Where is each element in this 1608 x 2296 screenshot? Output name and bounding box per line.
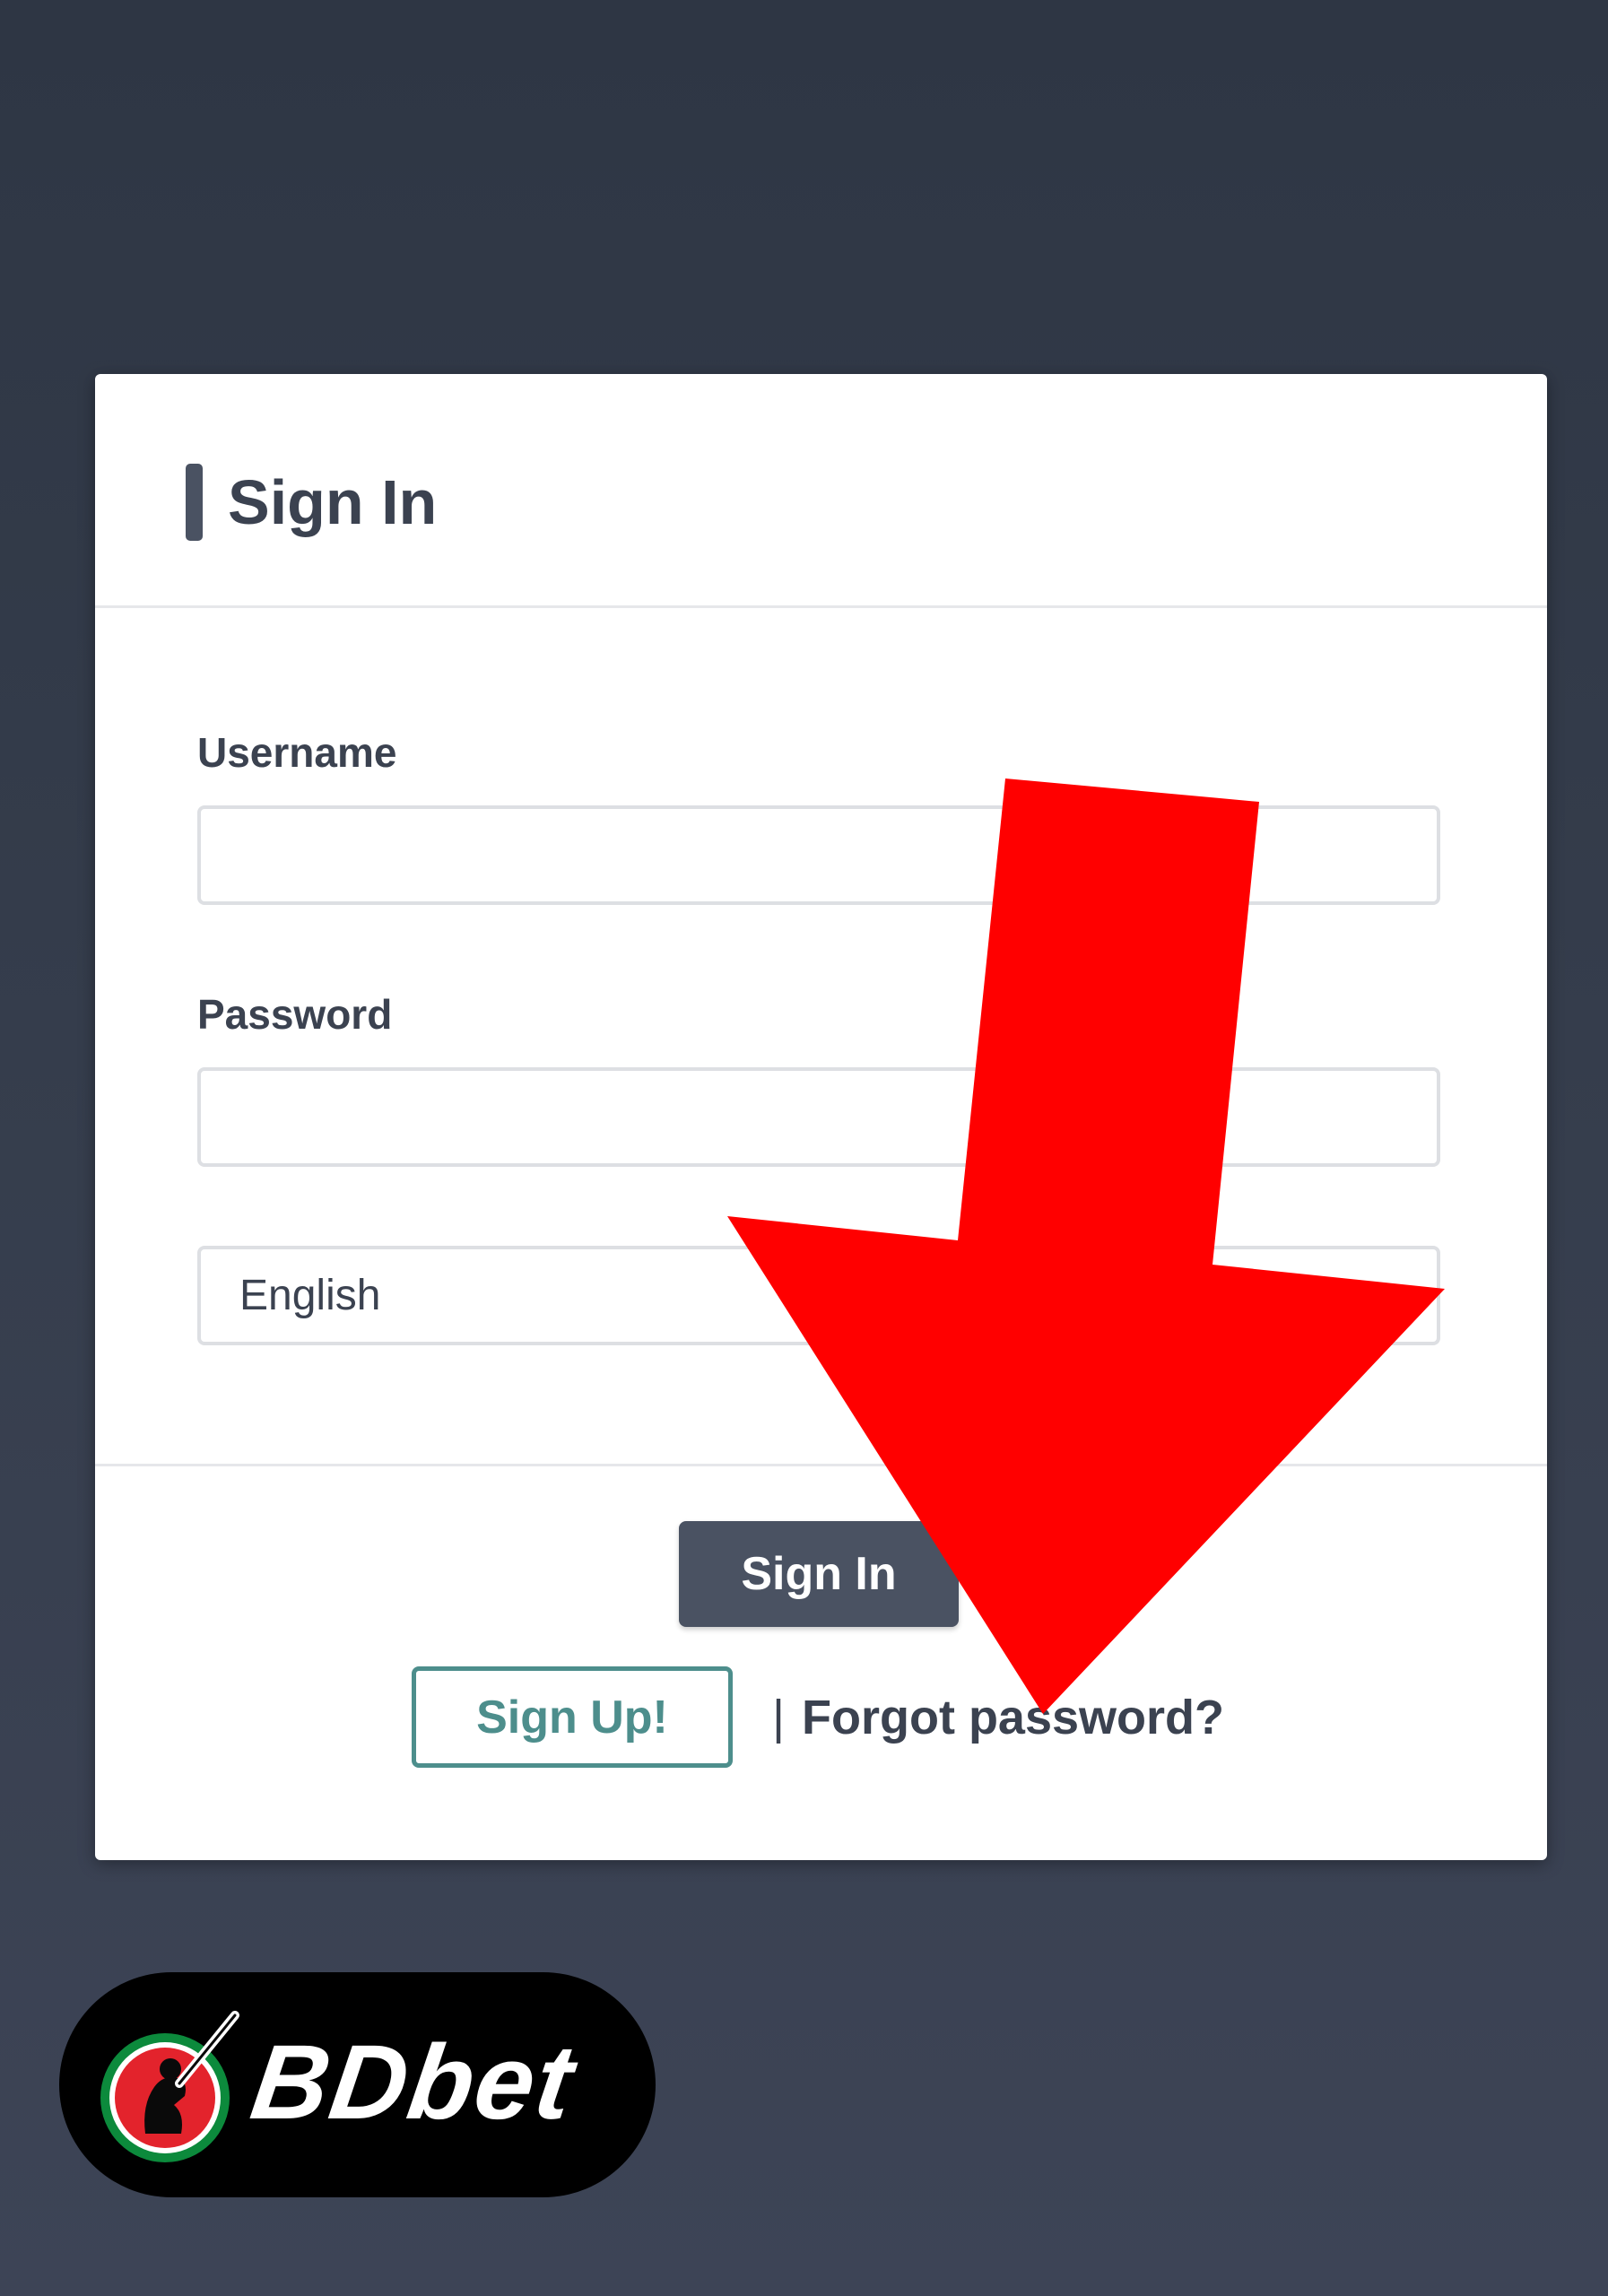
sign-up-button[interactable]: Sign Up! xyxy=(412,1666,733,1768)
language-selected-value: English xyxy=(239,1272,381,1319)
sign-in-card: Sign In Username Password English Sign I… xyxy=(95,374,1547,1860)
language-select[interactable]: English xyxy=(197,1246,1440,1345)
card-divider xyxy=(95,1464,1547,1466)
password-label: Password xyxy=(197,991,393,1038)
link-separator: | xyxy=(772,1691,786,1744)
username-input[interactable] xyxy=(197,805,1440,905)
bdbet-logo: BDbet xyxy=(59,1972,656,2197)
logo-text: BDbet xyxy=(244,2023,582,2142)
card-header: Sign In xyxy=(95,374,1547,608)
username-label: Username xyxy=(197,729,397,776)
forgot-password-link[interactable]: Forgot password? xyxy=(802,1691,1224,1744)
card-title: Sign In xyxy=(228,467,438,537)
title-accent-bar xyxy=(186,464,203,541)
cricket-batsman-icon xyxy=(100,2011,239,2162)
sign-in-button[interactable]: Sign In xyxy=(679,1521,959,1627)
password-input[interactable] xyxy=(197,1067,1440,1167)
